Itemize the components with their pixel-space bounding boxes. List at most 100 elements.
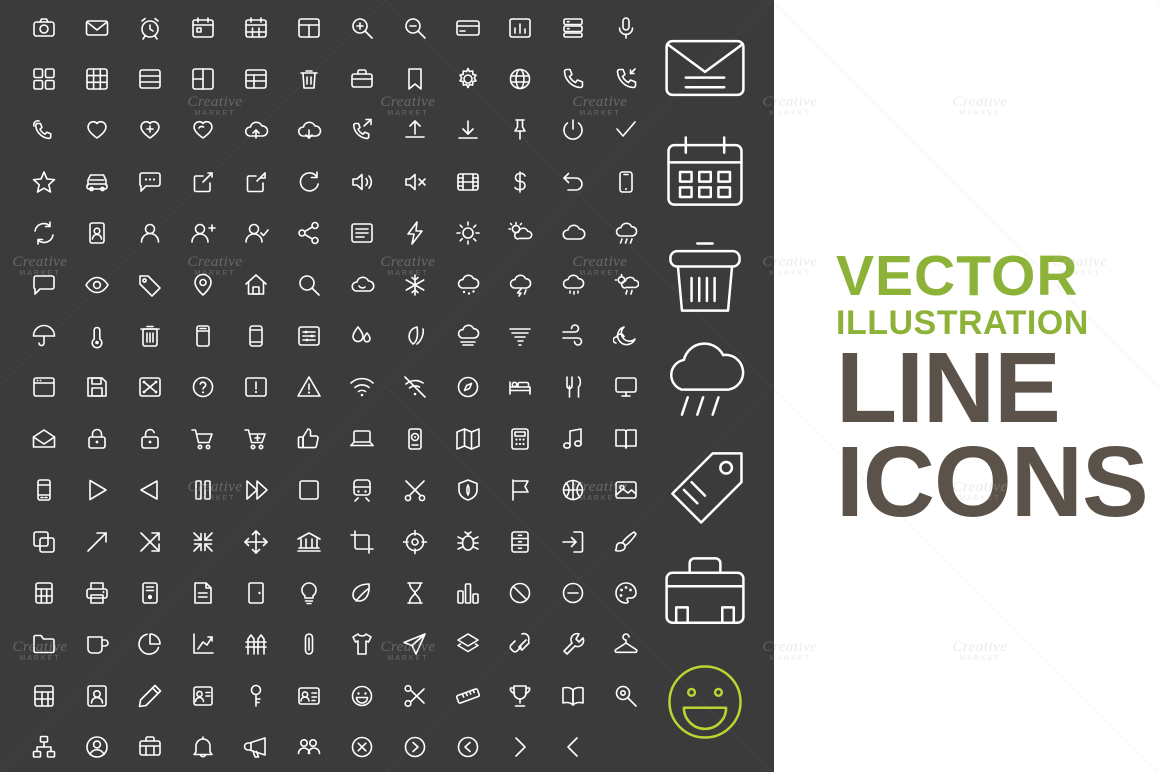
server-icon[interactable] (547, 2, 600, 53)
open-envelope-icon[interactable] (18, 413, 71, 464)
save-icon[interactable] (71, 362, 124, 413)
calculator-grid-icon[interactable] (18, 567, 71, 618)
refresh-icon[interactable] (282, 156, 335, 207)
bar-chart-icon[interactable] (494, 2, 547, 53)
move-icon[interactable] (230, 516, 283, 567)
layout-quad-icon[interactable] (18, 53, 71, 104)
hard-drive-icon[interactable] (388, 413, 441, 464)
wind-icon[interactable] (547, 310, 600, 361)
crop-marks-icon[interactable] (124, 362, 177, 413)
suitcase-icon[interactable] (124, 721, 177, 772)
wifi-icon[interactable] (335, 362, 388, 413)
table-grid-icon[interactable] (71, 53, 124, 104)
smile-icon[interactable] (335, 670, 388, 721)
phone-icon[interactable] (547, 53, 600, 104)
warning-triangle-icon[interactable] (282, 362, 335, 413)
dollar-icon[interactable] (494, 156, 547, 207)
credit-card-icon[interactable] (441, 2, 494, 53)
trash-icon[interactable] (282, 53, 335, 104)
chevron-left-circle-icon[interactable] (441, 721, 494, 772)
phone-outgoing-icon[interactable] (335, 105, 388, 156)
cloud-moon-icon[interactable] (335, 259, 388, 310)
laptop-icon[interactable] (335, 413, 388, 464)
calendar-icon[interactable] (177, 2, 230, 53)
layers-icon[interactable] (441, 619, 494, 670)
pause-icon[interactable] (177, 465, 230, 516)
search-icon[interactable] (282, 259, 335, 310)
group-icon[interactable] (282, 721, 335, 772)
fence-icon[interactable] (230, 619, 283, 670)
download-icon[interactable] (441, 105, 494, 156)
document-icon[interactable] (177, 567, 230, 618)
user-badge-icon[interactable] (71, 208, 124, 259)
lock-icon[interactable] (71, 413, 124, 464)
window-grid-icon[interactable] (282, 2, 335, 53)
volume-mute-icon[interactable] (388, 156, 441, 207)
cloud-icon[interactable] (547, 208, 600, 259)
browser-window-icon[interactable] (18, 362, 71, 413)
chevron-left-icon[interactable] (547, 721, 600, 772)
user-icon[interactable] (124, 208, 177, 259)
gear-icon[interactable] (441, 53, 494, 104)
stop-icon[interactable] (282, 465, 335, 516)
sync-icon[interactable] (18, 208, 71, 259)
fast-forward-icon[interactable] (230, 465, 283, 516)
paper-plane-icon[interactable] (388, 619, 441, 670)
thumbs-up-icon[interactable] (282, 413, 335, 464)
sitemap-icon[interactable] (18, 721, 71, 772)
share-nodes-icon[interactable] (282, 208, 335, 259)
undo-icon[interactable] (547, 156, 600, 207)
cloud-download-icon[interactable] (282, 105, 335, 156)
tools-icon[interactable] (494, 619, 547, 670)
pen-icon[interactable] (124, 670, 177, 721)
close-circle-icon[interactable] (335, 721, 388, 772)
train-icon[interactable] (335, 465, 388, 516)
target-icon[interactable] (388, 516, 441, 567)
arrow-diagonal-icon[interactable] (71, 516, 124, 567)
megaphone-icon[interactable] (230, 721, 283, 772)
bed-icon[interactable] (494, 362, 547, 413)
cloud-snow-icon[interactable] (441, 259, 494, 310)
thermometer-icon[interactable] (71, 310, 124, 361)
pin-icon[interactable] (494, 105, 547, 156)
bell-icon[interactable] (177, 721, 230, 772)
heart-like-icon[interactable] (177, 105, 230, 156)
bank-icon[interactable] (282, 516, 335, 567)
table-icon[interactable] (230, 53, 283, 104)
calendar-grid-icon[interactable] (230, 2, 283, 53)
phone-call-icon[interactable] (18, 105, 71, 156)
folder-icon[interactable] (18, 619, 71, 670)
import-box-icon[interactable] (230, 156, 283, 207)
rows-icon[interactable] (124, 53, 177, 104)
help-circle-icon[interactable] (177, 362, 230, 413)
trophy-icon[interactable] (494, 670, 547, 721)
share-box-icon[interactable] (177, 156, 230, 207)
bug-icon[interactable] (441, 516, 494, 567)
chevron-right-circle-icon[interactable] (388, 721, 441, 772)
calculator-icon[interactable] (494, 413, 547, 464)
battery-icon[interactable] (177, 310, 230, 361)
cloud-sun-icon[interactable] (494, 208, 547, 259)
printer-icon[interactable] (71, 567, 124, 618)
sun-icon[interactable] (441, 208, 494, 259)
user-add-icon[interactable] (177, 208, 230, 259)
wrench-icon[interactable] (547, 619, 600, 670)
basketball-icon[interactable] (547, 465, 600, 516)
power-icon[interactable] (547, 105, 600, 156)
volume-icon[interactable] (335, 156, 388, 207)
smartphone-alt-icon[interactable] (230, 310, 283, 361)
flag-icon[interactable] (494, 465, 547, 516)
minus-circle-icon[interactable] (547, 567, 600, 618)
chart-bars-icon[interactable] (441, 567, 494, 618)
ruler-icon[interactable] (441, 670, 494, 721)
film-icon[interactable] (441, 156, 494, 207)
droplets-icon[interactable] (335, 310, 388, 361)
computer-tower-icon[interactable] (124, 567, 177, 618)
heart-plus-icon[interactable] (124, 105, 177, 156)
play-icon[interactable] (71, 465, 124, 516)
scissors-icon[interactable] (388, 670, 441, 721)
key-icon[interactable] (230, 670, 283, 721)
door-icon[interactable] (230, 567, 283, 618)
zoom-in-icon[interactable] (335, 2, 388, 53)
chart-line-icon[interactable] (177, 619, 230, 670)
